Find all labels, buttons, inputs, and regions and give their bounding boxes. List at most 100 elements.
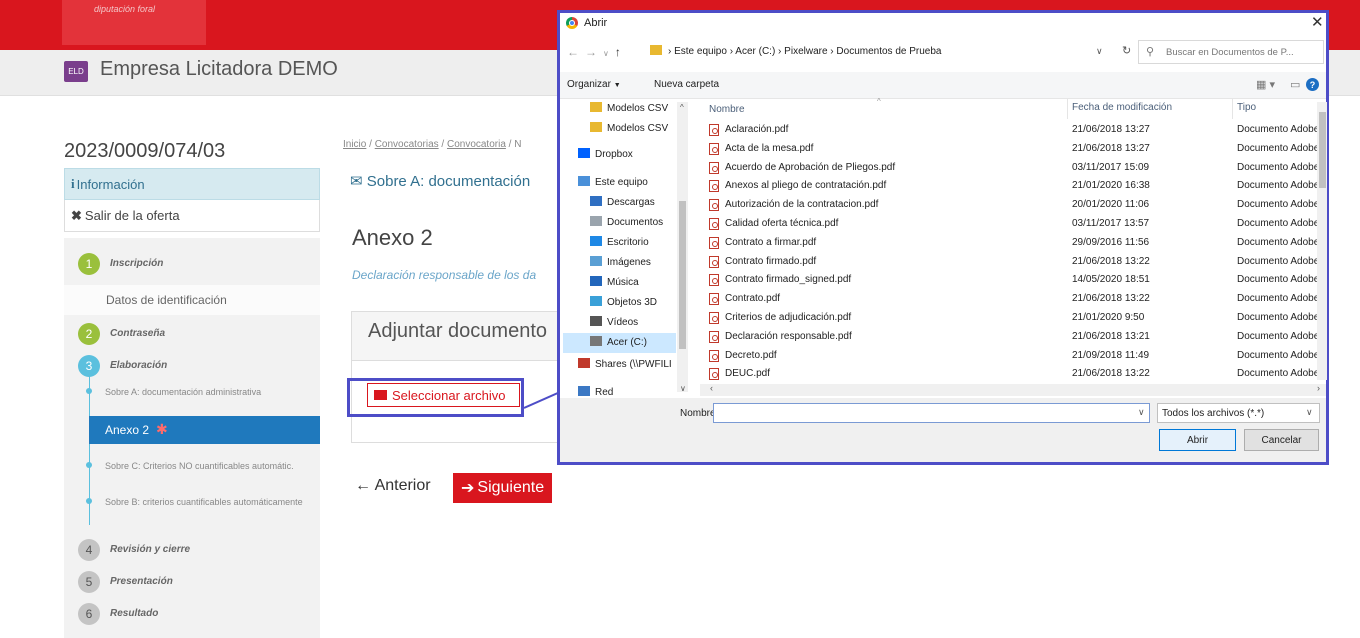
- nav-item[interactable]: Vídeos: [590, 316, 638, 328]
- path-segment[interactable]: Pixelware: [784, 46, 827, 57]
- breadcrumb-convocatoria[interactable]: Convocatoria: [447, 139, 506, 150]
- recent-dropdown-icon[interactable]: ∨: [603, 49, 615, 58]
- nav-item[interactable]: Música: [590, 276, 639, 288]
- help-icon[interactable]: ?: [1306, 78, 1319, 91]
- previous-label: Anterior: [374, 477, 431, 494]
- file-type-select[interactable]: Todos los archivos (*.*): [1157, 403, 1320, 423]
- preview-pane-icon[interactable]: ▭: [1290, 79, 1300, 91]
- step-2-label[interactable]: Contraseña: [110, 328, 165, 339]
- pdf-file-icon: [709, 312, 719, 324]
- file-row[interactable]: Criterios de adjudicación.pdf 21/01/2020 …: [709, 310, 1317, 327]
- up-arrow-icon[interactable]: ↑: [615, 45, 627, 59]
- callout-connector: [524, 391, 560, 409]
- nav-item[interactable]: Escritorio: [590, 236, 649, 248]
- refresh-icon[interactable]: ↻: [1122, 44, 1131, 57]
- nav-item[interactable]: Red: [578, 386, 613, 398]
- column-divider[interactable]: [1067, 99, 1068, 119]
- file-row[interactable]: Aclaración.pdf 21/06/2018 13:27 Documento …: [709, 122, 1317, 139]
- file-row[interactable]: DEUC.pdf 21/06/2018 13:22 Documento Adobe …: [709, 366, 1317, 383]
- file-row[interactable]: Decreto.pdf 21/09/2018 11:49 Documento Ado…: [709, 348, 1317, 365]
- organize-menu[interactable]: Organizar ▼: [567, 79, 621, 90]
- file-row[interactable]: Contrato firmado_signed.pdf 14/05/2020 18…: [709, 272, 1317, 289]
- breadcrumb-inicio[interactable]: Inicio: [343, 139, 366, 150]
- file-name: Anexos al pliego de contratación.pdf: [725, 180, 887, 192]
- forward-arrow-icon[interactable]: →: [585, 45, 603, 59]
- sidebar-item-sobre-c[interactable]: Sobre C: Criterios NO cuantificables aut…: [105, 459, 294, 473]
- file-name: Acuerdo de Aprobación de Pliegos.pdf: [725, 161, 896, 173]
- chevron-down-icon[interactable]: ∨: [1306, 407, 1313, 418]
- nav-item[interactable]: Modelos CSV: [590, 122, 668, 134]
- file-row[interactable]: Contrato firmado.pdf 21/06/2018 13:22 Docu…: [709, 254, 1317, 271]
- step-5-label[interactable]: Presentación: [110, 576, 173, 587]
- sidebar-item-sobre-a[interactable]: Sobre A: documentación administrativa: [105, 385, 261, 399]
- scroll-up-icon[interactable]: ^: [680, 103, 684, 112]
- desktop-icon: [590, 236, 602, 246]
- dialog-titlebar[interactable]: [560, 13, 1326, 37]
- chevron-down-icon[interactable]: ∨: [1138, 407, 1145, 418]
- nav-item-label: Vídeos: [607, 317, 639, 328]
- path-segment[interactable]: Acer (C:): [735, 46, 775, 57]
- nav-item[interactable]: Modelos CSV: [590, 102, 668, 114]
- step-2-circle: 2: [78, 323, 100, 345]
- chevron-down-icon[interactable]: ∨: [1096, 46, 1103, 57]
- select-file-button[interactable]: Seleccionar archivo: [367, 383, 520, 407]
- dialog-close-button[interactable]: ✕: [1311, 13, 1324, 31]
- file-row[interactable]: Calidad oferta técnica.pdf 03/11/2017 13:…: [709, 216, 1317, 233]
- pdf-file-icon: [709, 124, 719, 136]
- breadcrumb-convocatorias[interactable]: Convocatorias: [375, 139, 439, 150]
- sidebar-item-anexo-2[interactable]: Anexo 2 ✱: [89, 416, 320, 444]
- file-type: Documento Adobe Acrobat: [1237, 218, 1317, 229]
- info-tab[interactable]: i Información: [64, 168, 320, 200]
- nav-item[interactable]: Objetos 3D: [590, 296, 657, 308]
- horizontal-scrollbar[interactable]: ‹ ›: [700, 383, 1326, 396]
- step-6-label[interactable]: Resultado: [110, 608, 158, 619]
- step-1-label[interactable]: Inscripción: [110, 258, 163, 269]
- scroll-right-icon[interactable]: ›: [1317, 383, 1320, 393]
- view-grid-icon[interactable]: ▦ ▾: [1256, 79, 1275, 91]
- back-arrow-icon[interactable]: ←: [567, 45, 585, 59]
- file-row[interactable]: Anexos al pliego de contratación.pdf 21/0…: [709, 178, 1317, 195]
- column-type[interactable]: Tipo: [1237, 102, 1256, 113]
- nav-scroll-thumb[interactable]: [679, 201, 686, 349]
- file-name: Contrato a firmar.pdf: [725, 236, 817, 248]
- exit-offer-link[interactable]: ✖ Salir de la oferta: [64, 200, 320, 232]
- nav-item[interactable]: Imágenes: [590, 256, 651, 268]
- filename-input[interactable]: [713, 403, 1150, 423]
- column-name[interactable]: Nombre: [709, 104, 745, 115]
- file-row[interactable]: Autorización de la contratacion.pdf 20/01…: [709, 197, 1317, 214]
- folder-icon: [374, 390, 387, 400]
- column-divider[interactable]: [1232, 99, 1233, 119]
- sidebar-item-datos[interactable]: Datos de identificación: [106, 293, 227, 307]
- previous-button[interactable]: ← Anterior: [355, 477, 431, 495]
- address-bar-path[interactable]: › Este equipo › Acer (C:) › Pixelware › …: [668, 46, 942, 57]
- step-4-label[interactable]: Revisión y cierre: [110, 544, 190, 555]
- cancel-button[interactable]: Cancelar: [1244, 429, 1319, 451]
- path-segment[interactable]: Este equipo: [674, 46, 727, 57]
- next-button[interactable]: ➔ Siguiente: [453, 473, 553, 503]
- file-type: Documento Adobe Acrobat: [1237, 255, 1317, 267]
- file-row[interactable]: Acta de la mesa.pdf 21/06/2018 13:27 Docum…: [709, 141, 1317, 158]
- path-segment[interactable]: Documentos de Prueba: [836, 46, 941, 57]
- sidebar-item-sobre-b[interactable]: Sobre B: criterios cuantificables automá…: [105, 495, 305, 509]
- scroll-down-icon[interactable]: ∨: [680, 384, 686, 393]
- file-row[interactable]: Acuerdo de Aprobación de Pliegos.pdf 03/1…: [709, 160, 1317, 177]
- view-options[interactable]: ▦ ▾ ▭: [1256, 78, 1300, 91]
- column-date[interactable]: Fecha de modificación: [1072, 102, 1172, 113]
- step-3-label[interactable]: Elaboración: [110, 360, 167, 371]
- nav-item[interactable]: Acer (C:): [590, 336, 647, 348]
- nav-item[interactable]: Dropbox: [578, 148, 633, 160]
- nav-item-label: Imágenes: [607, 257, 651, 268]
- open-button[interactable]: Abrir: [1159, 429, 1236, 451]
- scroll-left-icon[interactable]: ‹: [710, 383, 713, 393]
- file-row[interactable]: Declaración responsable.pdf 21/06/2018 13…: [709, 329, 1317, 346]
- file-name: Contrato firmado.pdf: [725, 255, 817, 267]
- nav-item[interactable]: Shares (\\PWFILI: [578, 358, 672, 370]
- nav-item[interactable]: Este equipo: [578, 176, 648, 188]
- file-row[interactable]: Contrato.pdf 21/06/2018 13:22 Documento Ad…: [709, 291, 1317, 308]
- file-list-scroll-thumb[interactable]: [1319, 112, 1326, 188]
- nav-item[interactable]: Documentos: [590, 216, 663, 228]
- new-folder-button[interactable]: Nueva carpeta: [654, 79, 719, 90]
- file-row[interactable]: Contrato a firmar.pdf 29/09/2016 11:56 Doc…: [709, 235, 1317, 252]
- file-date: 14/05/2020 18:51: [1072, 274, 1150, 286]
- nav-item[interactable]: Descargas: [590, 196, 655, 208]
